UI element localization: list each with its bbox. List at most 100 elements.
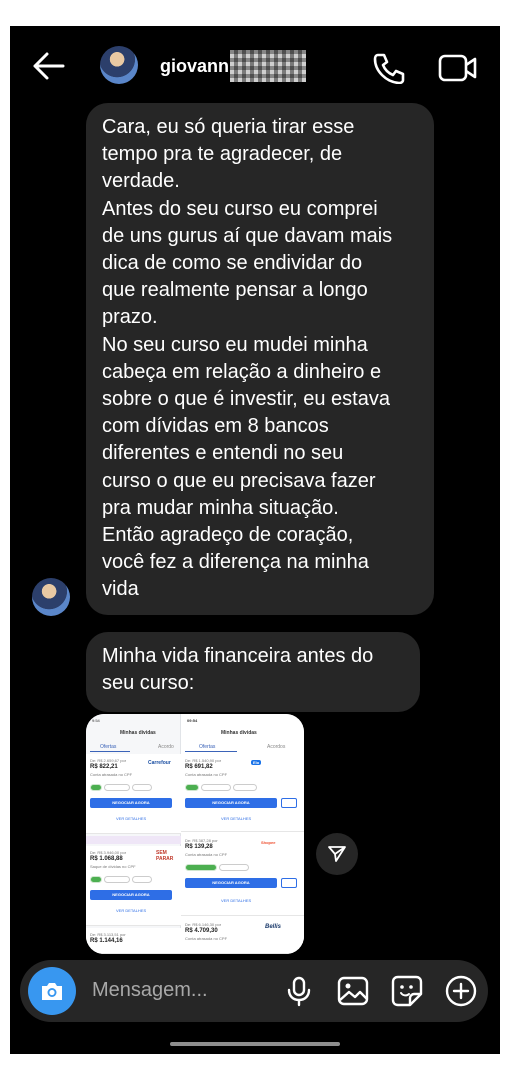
cart-button (281, 798, 297, 808)
cart-button (281, 878, 297, 888)
contact-name[interactable]: giovanni (160, 56, 234, 77)
card-from: De: R$ 1.540,90 por (185, 758, 222, 763)
option-pill (219, 864, 249, 871)
card-from: De: R$ 6.146,30 por (185, 922, 222, 927)
discount-pill (90, 784, 102, 791)
message-line: vida (102, 578, 139, 601)
phone-icon[interactable] (372, 52, 406, 84)
card-from: De: R$ 3.946,00 por (90, 850, 127, 855)
message-line: Antes do seu curso eu comprei (102, 197, 378, 220)
image-status-time: 09:54 (187, 718, 198, 723)
image-tab: Acordo (158, 744, 174, 750)
card-brand: Elo (251, 760, 262, 765)
camera-button[interactable] (28, 967, 76, 1015)
message-line: seu curso: (102, 672, 195, 695)
option-pill (104, 784, 130, 791)
details-link: VER DETALHES (221, 816, 252, 821)
paper-plane-icon (328, 846, 346, 862)
arrow-left-icon[interactable] (30, 50, 66, 82)
dm-screen: giovanni Cara, eu só queria tirar esse t… (10, 26, 500, 1054)
message-line: de uns gurus aí que davam mais (102, 224, 393, 247)
option-pill (132, 876, 152, 883)
card-from: De: R$ 387,28 por (185, 838, 218, 843)
card-note: Conta atrasada no CPF (185, 936, 228, 941)
message-line: Minha vida financeira antes do (102, 645, 374, 667)
message-bubble[interactable]: Cara, eu só queria tirar esse tempo pra … (86, 103, 434, 615)
contact-avatar[interactable] (100, 46, 138, 84)
card-brand: SEM PARAR (156, 850, 174, 862)
image-status-time: 9:54 (92, 718, 100, 723)
censored-name-block (230, 50, 306, 82)
discount-pill (185, 784, 199, 791)
message-line: verdade. (102, 170, 180, 193)
card-price: R$ 1.144,16 (90, 938, 123, 944)
tab-underline (90, 751, 130, 752)
negotiate-button: NEGOCIAR AGORA (90, 890, 172, 900)
debt-card: De: R$ 3.946,00 por R$ 1.068,88 Saque de… (86, 846, 181, 926)
card-from: De: R$ 3.113,51 por (90, 932, 126, 937)
debt-card: De: R$ 2.659,67 por R$ 822,21 Conta atra… (86, 754, 181, 834)
image-icon[interactable] (336, 974, 370, 1008)
card-brand: Shopee (261, 840, 276, 845)
card-note: Conta atrasada no CPF (90, 772, 133, 777)
message-bubble[interactable]: Minha vida financeira antes do seu curso… (86, 632, 420, 712)
negotiate-button: NEGOCIAR AGORA (185, 878, 277, 888)
card-price: R$ 1.068,88 (90, 856, 123, 862)
home-indicator (170, 1042, 340, 1046)
card-brand: Carrefour (148, 760, 171, 766)
sticker-icon[interactable] (390, 974, 424, 1008)
video-camera-icon[interactable] (438, 54, 478, 82)
option-pill (132, 784, 152, 791)
negotiate-button: NEGOCIAR AGORA (185, 798, 277, 808)
camera-icon (42, 983, 62, 1000)
debt-card: De: R$ 387,28 por R$ 139,28 Conta atrasa… (181, 834, 304, 916)
message-line: curso o que eu precisava fazer (102, 469, 376, 492)
message-line: cabeça em relação a dinheiro e (102, 360, 382, 383)
option-pill (233, 784, 257, 791)
negotiate-button: NEGOCIAR AGORA (90, 798, 172, 808)
card-note: Saque de dívidas no CPF (90, 864, 136, 869)
share-button[interactable] (316, 833, 358, 875)
card-note: Conta atrasada no CPF (185, 852, 228, 857)
shared-image[interactable]: 9:54 Minhas dívidas Ofertas Acordo De: R… (86, 714, 304, 954)
image-title: Minhas dívidas (221, 730, 257, 736)
image-tab: Ofertas (100, 744, 117, 750)
message-line: tempo pra te agradecer, de (102, 143, 343, 166)
debt-card: De: R$ 3.113,51 por R$ 1.144,16 (86, 928, 181, 954)
tab-underline (185, 751, 237, 752)
message-line: sobre o que é investir, eu estava (102, 388, 390, 411)
message-line: que realmente pensar a longo (102, 279, 368, 302)
card-price: R$ 691,82 (185, 764, 213, 770)
message-line: dica de como se endividar do (102, 252, 363, 275)
image-left-panel: 9:54 Minhas dívidas Ofertas Acordo De: R… (86, 714, 181, 954)
microphone-icon[interactable] (282, 974, 316, 1008)
option-pill (201, 784, 231, 791)
card-price: R$ 139,28 (185, 844, 213, 850)
message-line: No seu curso eu mudei minha (102, 333, 368, 356)
details-link: VER DETALHES (116, 816, 147, 821)
image-right-panel: 09:54 Minhas dívidas Ofertas Acordos De:… (181, 714, 304, 954)
message-composer: Mensagem... (20, 960, 488, 1022)
details-link: VER DETALHES (221, 898, 252, 903)
message-line: prazo. (102, 306, 158, 329)
message-line: Cara, eu só queria tirar esse (102, 116, 355, 138)
message-line: pra mudar minha situação. (102, 496, 339, 519)
sender-avatar[interactable] (32, 578, 70, 616)
card-price: R$ 822,21 (90, 764, 118, 770)
card-from: De: R$ 2.659,67 por (90, 758, 127, 763)
card-price: R$ 4.709,30 (185, 928, 218, 934)
message-line: Então agradeço de coração, (102, 524, 354, 547)
debt-card: De: R$ 1.540,90 por R$ 691,82 Conta atra… (181, 754, 304, 832)
message-input[interactable]: Mensagem... (92, 979, 208, 1002)
chat-header: giovanni (10, 26, 500, 106)
details-link: VER DETALHES (116, 908, 147, 913)
debt-card: De: R$ 6.146,30 por R$ 4.709,30 Conta at… (181, 918, 304, 954)
discount-pill (185, 864, 217, 871)
message-line: diferentes e entendi no seu (102, 442, 344, 465)
image-title: Minhas dívidas (120, 730, 156, 736)
card-note: Conta atrasada no CPF (185, 772, 228, 777)
plus-circle-icon[interactable] (444, 974, 478, 1008)
message-line: com dívidas em 8 bancos (102, 415, 329, 438)
promo-strip (86, 836, 181, 844)
option-pill (104, 876, 130, 883)
